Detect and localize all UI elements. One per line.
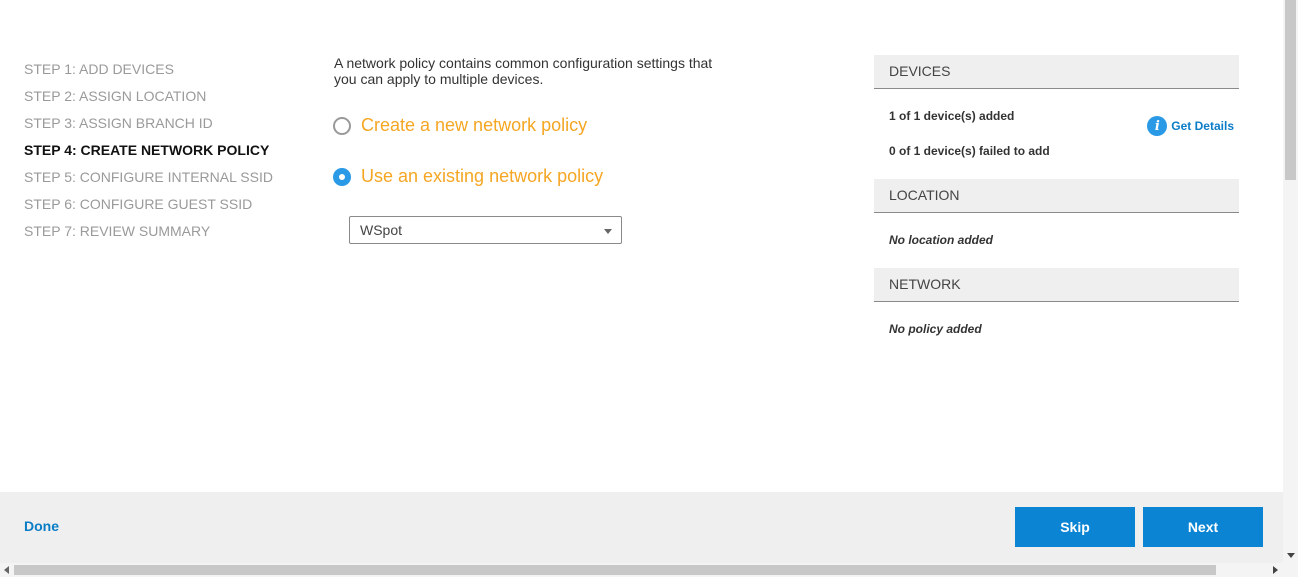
skip-button[interactable]: Skip [1015, 507, 1135, 547]
policy-intro-text: A network policy contains common configu… [334, 55, 713, 87]
step-review-summary[interactable]: STEP 7: REVIEW SUMMARY [24, 218, 273, 245]
devices-section-title: DEVICES [874, 55, 1239, 89]
horizontal-scrollbar-thumb[interactable] [14, 565, 1216, 575]
use-existing-policy-label[interactable]: Use an existing network policy [361, 166, 603, 187]
vertical-scrollbar-thumb[interactable] [1285, 0, 1296, 180]
vertical-scrollbar[interactable] [1283, 0, 1298, 563]
scroll-right-arrow-icon[interactable] [1273, 566, 1278, 574]
step-configure-guest-ssid[interactable]: STEP 6: CONFIGURE GUEST SSID [24, 191, 273, 218]
horizontal-scrollbar[interactable] [0, 563, 1298, 577]
create-new-policy-option[interactable]: Create a new network policy [333, 115, 587, 136]
next-button[interactable]: Next [1143, 507, 1263, 547]
summary-panel: DEVICES 1 of 1 device(s) added 0 of 1 de… [874, 55, 1239, 342]
done-link[interactable]: Done [24, 518, 59, 534]
existing-policy-select[interactable]: WSpot [349, 216, 622, 244]
info-icon[interactable]: i [1147, 116, 1168, 136]
location-section-title: LOCATION [874, 179, 1239, 213]
step-create-network-policy[interactable]: STEP 4: CREATE NETWORK POLICY [24, 137, 273, 164]
scroll-left-arrow-icon[interactable] [4, 566, 9, 574]
network-section-title: NETWORK [874, 268, 1239, 302]
step-assign-branch-id[interactable]: STEP 3: ASSIGN BRANCH ID [24, 110, 273, 137]
scroll-down-arrow-icon[interactable] [1287, 553, 1295, 558]
wizard-steps: STEP 1: ADD DEVICES STEP 2: ASSIGN LOCAT… [24, 56, 273, 245]
location-status-text: No location added [889, 233, 994, 247]
location-section: No location added [874, 213, 1239, 268]
get-details-label[interactable]: Get Details [1171, 119, 1234, 133]
create-new-policy-radio[interactable] [333, 116, 351, 135]
devices-added-text: 1 of 1 device(s) added [889, 109, 1015, 123]
wizard-footer: Done Skip Next [0, 492, 1283, 563]
step-configure-internal-ssid[interactable]: STEP 5: CONFIGURE INTERNAL SSID [24, 164, 273, 191]
network-section: No policy added [874, 302, 1239, 342]
step-add-devices[interactable]: STEP 1: ADD DEVICES [24, 56, 273, 83]
use-existing-policy-option[interactable]: Use an existing network policy [333, 166, 603, 187]
get-details-link[interactable]: i Get Details [1147, 116, 1234, 136]
chevron-down-icon [604, 229, 612, 234]
devices-section: 1 of 1 device(s) added 0 of 1 device(s) … [874, 89, 1239, 179]
step-assign-location[interactable]: STEP 2: ASSIGN LOCATION [24, 83, 273, 110]
existing-policy-select-value: WSpot [360, 222, 403, 238]
devices-failed-text: 0 of 1 device(s) failed to add [889, 144, 1050, 158]
network-status-text: No policy added [889, 322, 982, 336]
use-existing-policy-radio[interactable] [333, 167, 351, 186]
create-new-policy-label[interactable]: Create a new network policy [361, 115, 587, 136]
